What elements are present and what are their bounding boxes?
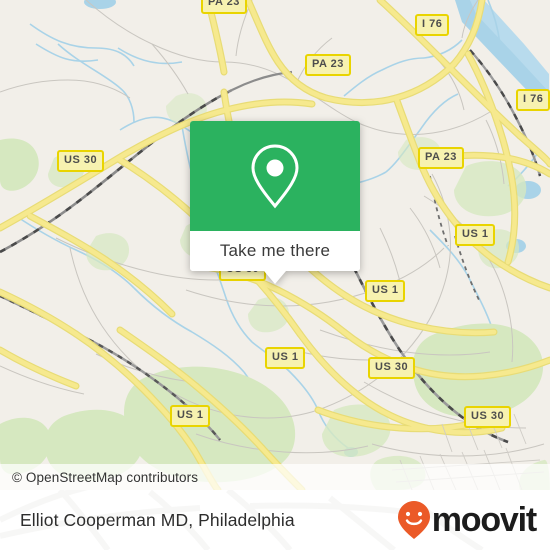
moovit-logo[interactable]: moovit: [397, 500, 550, 540]
road-shield: US 1: [455, 224, 496, 246]
moovit-wordmark: moovit: [431, 501, 537, 539]
map-canvas[interactable]: PA 23 I 76 PA 23 I 76 US 30 PA 23 US 1 U…: [0, 0, 550, 490]
moovit-smiley-pin-icon: [397, 501, 430, 539]
popup-header: [190, 121, 360, 231]
take-me-there-button[interactable]: Take me there: [190, 231, 360, 271]
popup-body: Take me there: [190, 121, 360, 271]
place-title: Elliot Cooperman MD, Philadelphia: [20, 509, 295, 530]
road-shield: US 30: [368, 357, 416, 379]
road-shield: I 76: [516, 89, 550, 111]
road-shield: US 1: [265, 347, 306, 369]
road-shield: PA 23: [305, 54, 351, 76]
road-shield: I 76: [415, 14, 450, 36]
road-shield: US 1: [170, 405, 211, 427]
road-shield: PA 23: [418, 147, 464, 169]
road-shield: US 1: [365, 280, 406, 302]
road-shield: PA 23: [201, 0, 247, 14]
moovit-map-screen: PA 23 I 76 PA 23 I 76 US 30 PA 23 US 1 U…: [0, 0, 550, 550]
road-shield: US 30: [57, 150, 105, 172]
bottom-info-bar: Elliot Cooperman MD, Philadelphia moovit: [0, 490, 550, 550]
location-popup-card[interactable]: Take me there: [190, 121, 360, 284]
road-shield: US 30: [464, 406, 512, 428]
popup-pointer: [264, 271, 286, 284]
map-pin-icon: [251, 144, 299, 209]
